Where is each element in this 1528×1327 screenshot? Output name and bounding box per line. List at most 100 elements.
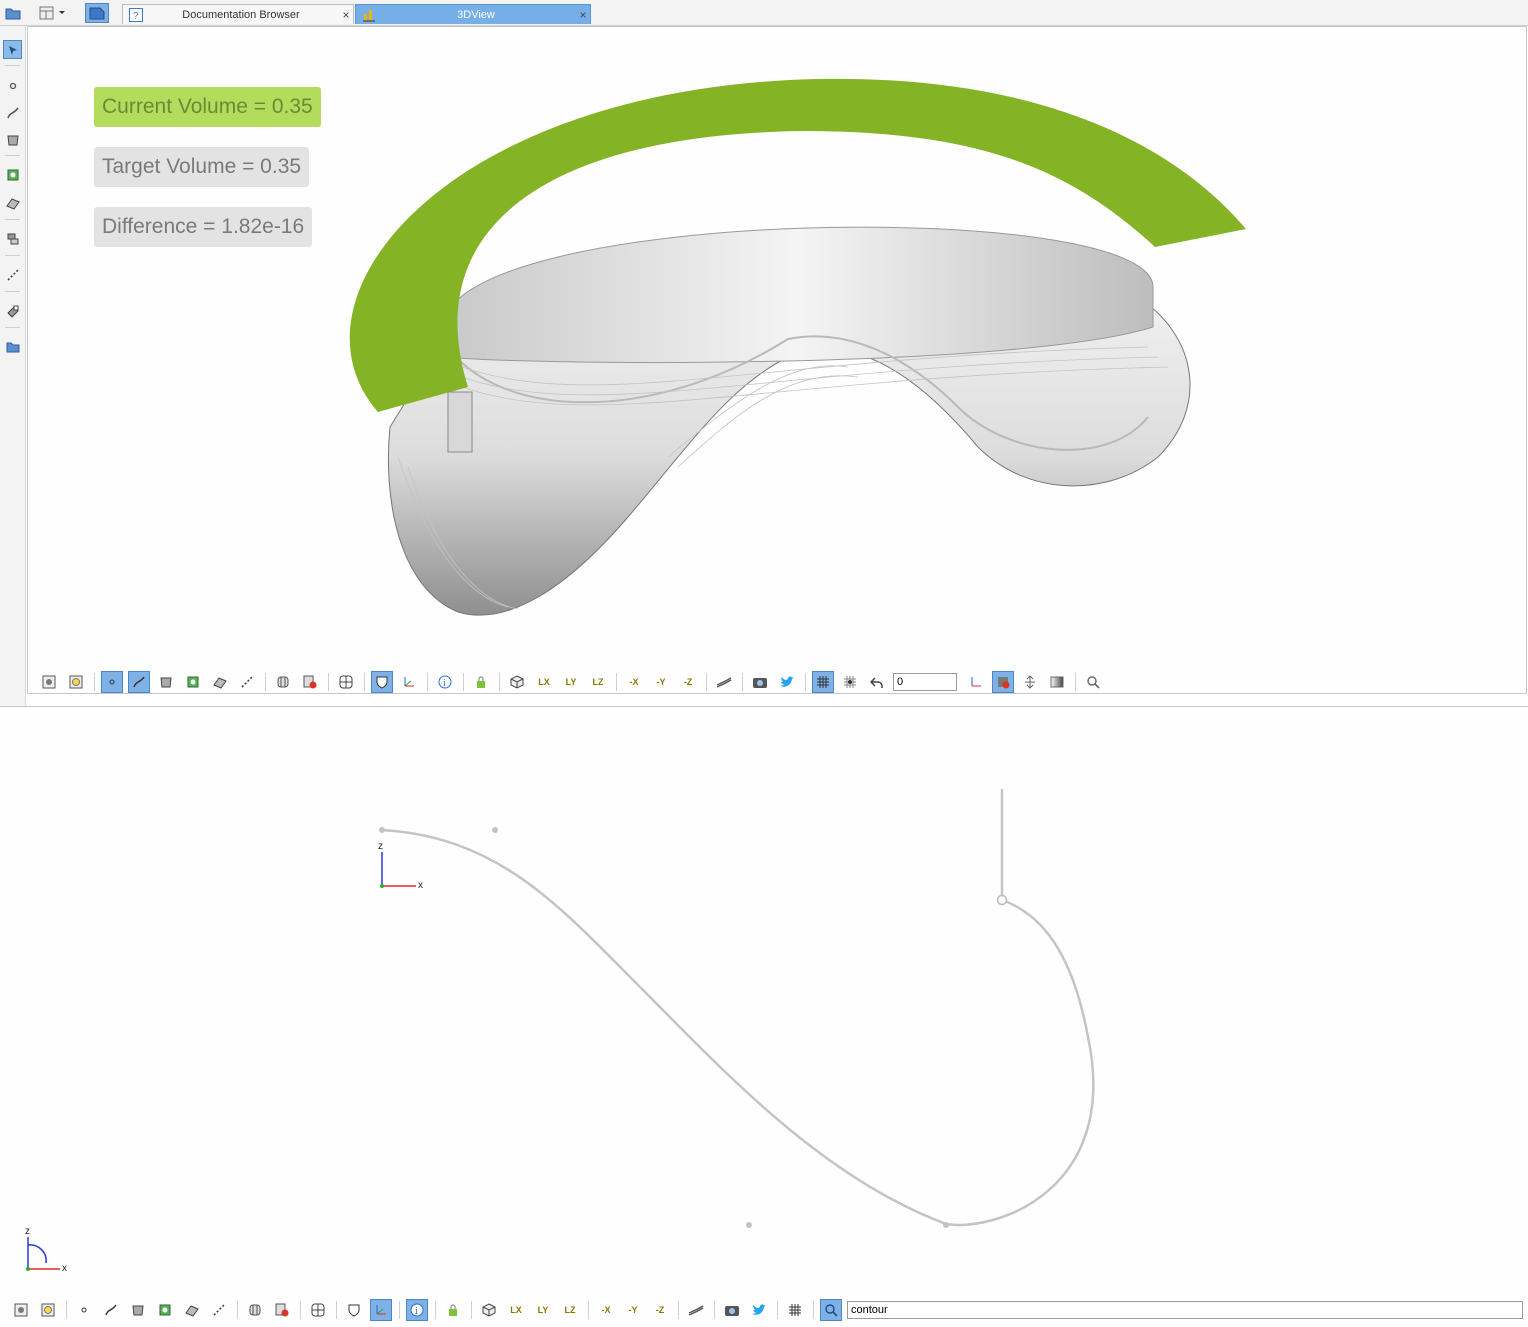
view-lz-button[interactable]: LZ [587,671,609,693]
dotted-line-icon[interactable] [3,265,22,284]
eraser-icon[interactable] [3,301,22,320]
close-icon[interactable]: × [339,8,353,22]
point-icon[interactable] [3,76,22,95]
ribbon-icon[interactable] [685,1299,707,1321]
axis-z-label: z [378,841,383,852]
point-icon[interactable] [73,1299,95,1321]
close-icon[interactable]: × [576,8,590,22]
patch-icon[interactable] [3,165,22,184]
view-neg-y-button[interactable]: -Y [622,1299,644,1321]
control-point [996,894,1008,906]
control-point [746,1222,752,1228]
surface-icon[interactable] [155,671,177,693]
help-icon: ? [129,7,143,22]
view-ly-button[interactable]: LY [532,1299,554,1321]
solid-icon[interactable] [3,193,22,212]
surface-icon[interactable] [3,130,22,149]
shield-icon[interactable] [371,671,393,693]
ribbon-icon[interactable] [713,671,735,693]
curve-icon[interactable] [100,1299,122,1321]
view-neg-z-button[interactable]: -Z [677,671,699,693]
lock-icon[interactable] [470,671,492,693]
tab-3dview[interactable]: 3DView × [355,4,591,24]
view-lx-button[interactable]: LX [533,671,555,693]
view-neg-x-button[interactable]: -X [595,1299,617,1321]
patch-icon[interactable] [154,1299,176,1321]
view-neg-x-button[interactable]: -X [623,671,645,693]
display-mode-yellow-icon[interactable] [65,671,87,693]
axes-small-icon[interactable] [965,671,987,693]
dotted-line-icon[interactable] [208,1299,230,1321]
axes-icon[interactable] [398,671,420,693]
view-lz-button[interactable]: LZ [559,1299,581,1321]
solid-icon[interactable] [209,671,231,693]
profile-curve [381,828,1095,1227]
view-neg-z-button[interactable]: -Z [649,1299,671,1321]
undo-icon[interactable] [866,671,888,693]
view-neg-y-button[interactable]: -Y [650,671,672,693]
cylinder-icon[interactable] [272,671,294,693]
mini-axes [26,1237,60,1271]
display-mode-icon[interactable] [10,1299,32,1321]
camera-icon[interactable] [721,1299,743,1321]
stack-icon[interactable] [3,229,22,248]
gradient-icon[interactable] [1046,671,1068,693]
svg-text:?: ? [133,11,139,22]
folder-icon[interactable] [3,337,22,356]
point-icon[interactable] [101,671,123,693]
view-ly-button[interactable]: LY [560,671,582,693]
search-icon[interactable] [820,1299,842,1321]
cube-icon[interactable] [506,671,528,693]
3d-viewport[interactable]: Current Volume = 0.35 Target Volume = 0.… [27,26,1527,694]
delete-shape-icon[interactable] [299,671,321,693]
twitter-icon[interactable] [748,1299,770,1321]
mini-axis-x-label: x [62,1263,67,1274]
svg-text:i: i [443,678,446,689]
solid-icon[interactable] [181,1299,203,1321]
grid-snap-icon[interactable] [839,671,861,693]
top-bar: ? Documentation Browser × 3DView × [0,0,1528,26]
layout-dropdown-button[interactable] [38,3,68,23]
curve-icon[interactable] [128,671,150,693]
folder-icon[interactable] [3,3,23,23]
grid-icon[interactable] [784,1299,806,1321]
tab-documentation-browser[interactable]: ? Documentation Browser × [122,4,354,24]
surface-icon[interactable] [127,1299,149,1321]
cylinder-icon[interactable] [244,1299,266,1321]
axis-x-label: x [418,880,423,891]
sketch-view-button[interactable] [85,3,109,23]
left-toolbar [0,26,26,706]
curve-icon[interactable] [3,103,22,122]
delete-shape-icon[interactable] [271,1299,293,1321]
quad-view-icon[interactable] [335,671,357,693]
patch-icon[interactable] [182,671,204,693]
display-mode-yellow-icon[interactable] [37,1299,59,1321]
tab-label: Documentation Browser [182,8,300,21]
dotted-line-icon[interactable] [236,671,258,693]
display-mode-icon[interactable] [38,671,60,693]
view3d-toolbar: i LX LY LZ -X -Y -Z [38,669,1109,695]
twitter-icon[interactable] [776,671,798,693]
search-input[interactable] [847,1301,1523,1319]
info-icon[interactable]: i [434,671,456,693]
axes-icon[interactable] [370,1299,392,1321]
view-lx-button[interactable]: LX [505,1299,527,1321]
shield-icon[interactable] [343,1299,365,1321]
sketch-viewport[interactable]: z x z x i LX LY LZ -X -Y -Z [0,706,1528,1327]
search-icon[interactable] [1082,671,1104,693]
camera-icon[interactable] [749,671,771,693]
info-icon[interactable]: i [406,1299,428,1321]
select-icon[interactable] [3,40,22,59]
render-stop-icon[interactable] [992,671,1014,693]
sketch-axes [380,852,416,888]
cube-icon[interactable] [478,1299,500,1321]
svg-text:i: i [415,1306,418,1317]
control-point [943,1222,949,1228]
lock-icon[interactable] [442,1299,464,1321]
difference-badge: Difference = 1.82e-16 [94,207,313,247]
split-icon[interactable] [1019,671,1041,693]
quad-view-icon[interactable] [307,1299,329,1321]
grid-icon[interactable] [812,671,834,693]
frame-input[interactable] [893,673,957,691]
control-point [379,827,385,833]
